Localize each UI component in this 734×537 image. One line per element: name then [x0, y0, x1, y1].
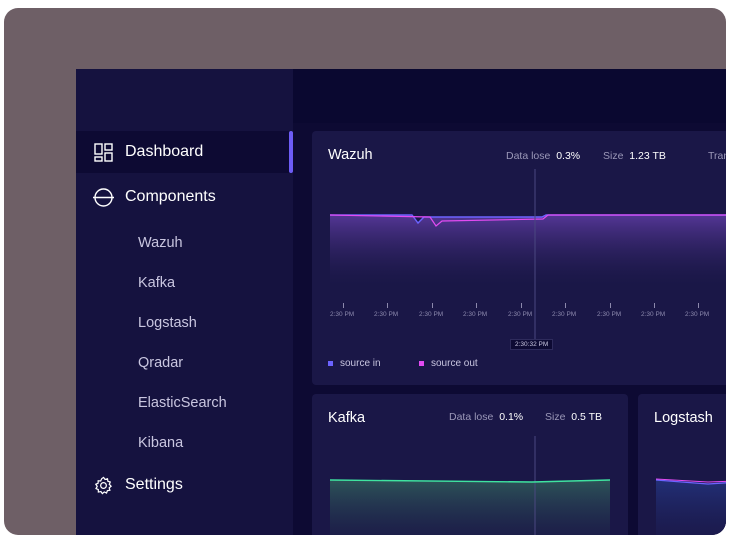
- kafka-area: [330, 480, 610, 535]
- sidebar-subitem-kibana[interactable]: Kibana: [138, 435, 183, 451]
- sidebar-item-label: Settings: [125, 476, 183, 493]
- gear-icon: [92, 474, 114, 496]
- sidebar: Dashboard Components Wazuh Kafka Logstas…: [76, 69, 293, 535]
- sidebar-subitem-kafka[interactable]: Kafka: [138, 275, 175, 291]
- window-frame: Dashboard Components Wazuh Kafka Logstas…: [4, 8, 726, 535]
- axis-tick: [610, 303, 611, 308]
- axis-tick-label: 2:30 PM: [685, 311, 710, 318]
- axis-tick: [565, 303, 566, 308]
- components-circle-icon: [92, 186, 114, 208]
- sidebar-item-dashboard[interactable]: Dashboard: [76, 131, 293, 173]
- axis-tick-label: 2:30 PM: [374, 311, 399, 318]
- axis-tick-label: 2:30 PM: [330, 311, 355, 318]
- sidebar-subitem-elasticsearch[interactable]: ElasticSearch: [138, 395, 227, 411]
- legend-swatch: [328, 361, 333, 366]
- axis-tick: [476, 303, 477, 308]
- axis-tick: [387, 303, 388, 308]
- sidebar-subitem-logstash[interactable]: Logstash: [138, 315, 197, 331]
- card-wazuh[interactable]: Wazuh Data lose 0.3% Size 1.23 TB Tran: [312, 131, 726, 385]
- wazuh-area: [330, 215, 726, 285]
- axis-tick: [343, 303, 344, 308]
- axis-tick-label: 2:30 PM: [508, 311, 533, 318]
- axis-tick: [432, 303, 433, 308]
- sidebar-item-settings[interactable]: Settings: [76, 464, 293, 506]
- axis-tick-label: 2:30 PM: [597, 311, 622, 318]
- active-indicator: [289, 131, 293, 173]
- axis-tick-label: 2:30 PM: [552, 311, 577, 318]
- sidebar-item-label: Dashboard: [125, 143, 204, 160]
- crosshair-tooltip: 2:30:32 PM: [510, 339, 554, 350]
- legend-source-in[interactable]: source in: [328, 358, 381, 369]
- axis-tick: [654, 303, 655, 308]
- axis-tick-label: 2:30 PM: [641, 311, 666, 318]
- card-logstash[interactable]: Logstash: [638, 394, 726, 535]
- dashboard-grid-icon: [92, 141, 114, 163]
- legend-swatch: [419, 361, 424, 366]
- sidebar-subitem-qradar[interactable]: Qradar: [138, 355, 183, 371]
- top-bar: [293, 69, 726, 123]
- card-kafka[interactable]: Kafka Data lose 0.1% Size 0.5 TB: [312, 394, 628, 535]
- axis-tick-label: 2:30 PM: [463, 311, 488, 318]
- app-window: Dashboard Components Wazuh Kafka Logstas…: [76, 69, 726, 535]
- logstash-area: [656, 480, 726, 535]
- kafka-area-chart: [329, 436, 611, 535]
- axis-tick: [521, 303, 522, 308]
- logstash-area-chart: [655, 478, 726, 535]
- axis-tick: [698, 303, 699, 308]
- sidebar-item-label: Components: [125, 188, 216, 205]
- legend-source-out[interactable]: source out: [419, 358, 478, 369]
- sidebar-item-components[interactable]: Components: [76, 176, 293, 218]
- sidebar-subitem-wazuh[interactable]: Wazuh: [138, 235, 183, 251]
- axis-tick-label: 2:30 PM: [419, 311, 444, 318]
